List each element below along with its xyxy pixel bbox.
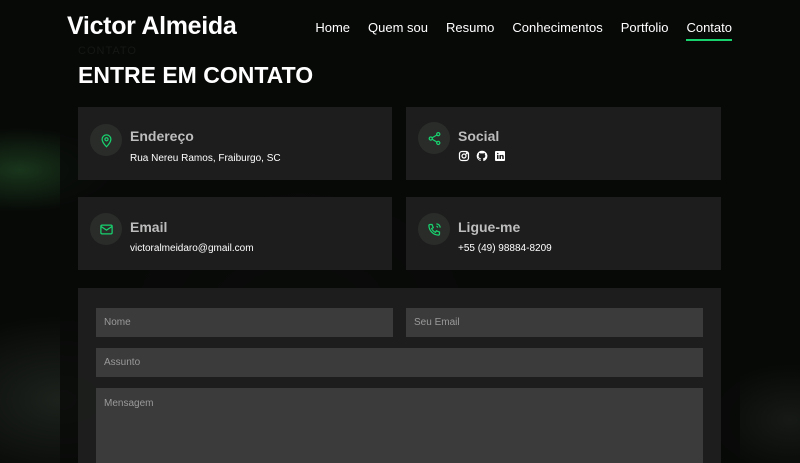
envelope-icon [90,213,122,245]
email-text[interactable]: victoralmeidaro@gmail.com [130,243,254,254]
map-pin-icon [90,124,122,156]
subject-input[interactable] [96,348,703,377]
nav-quem-sou[interactable]: Quem sou [368,20,428,35]
phone-title: Ligue-me [458,219,521,235]
nav-home[interactable]: Home [315,20,350,35]
site-logo[interactable]: Victor Almeida [67,12,237,41]
phone-icon [418,213,450,245]
phone-card: Ligue-me +55 (49) 98884-8209 [406,197,721,270]
phone-text[interactable]: +55 (49) 98884-8209 [458,243,552,254]
name-input[interactable] [96,308,393,337]
section-title: ENTRE EM CONTATO [78,62,314,88]
nav-contato[interactable]: Contato [686,20,732,41]
address-title: Endereço [130,128,194,144]
nav-resumo[interactable]: Resumo [446,20,494,35]
address-card: Endereço Rua Nereu Ramos, Fraiburgo, SC [78,107,392,180]
address-text: Rua Nereu Ramos, Fraiburgo, SC [130,153,281,164]
section-background-label: CONTATO [78,45,137,57]
linkedin-icon[interactable] [494,149,506,161]
social-card: Social [406,107,721,180]
social-title: Social [458,128,500,144]
nav-portfolio[interactable]: Portfolio [621,20,669,35]
email-card: Email victoralmeidaro@gmail.com [78,197,392,270]
github-icon[interactable] [476,149,488,162]
share-icon [418,122,450,154]
instagram-icon[interactable] [458,149,470,162]
nav-conhecimentos[interactable]: Conhecimentos [512,20,602,35]
email-title: Email [130,219,168,235]
main-nav: Home Quem sou Resumo Conhecimentos Portf… [315,20,732,41]
email-input[interactable] [406,308,703,337]
social-links [458,149,506,162]
message-textarea[interactable] [96,388,703,463]
contact-form [78,288,721,463]
